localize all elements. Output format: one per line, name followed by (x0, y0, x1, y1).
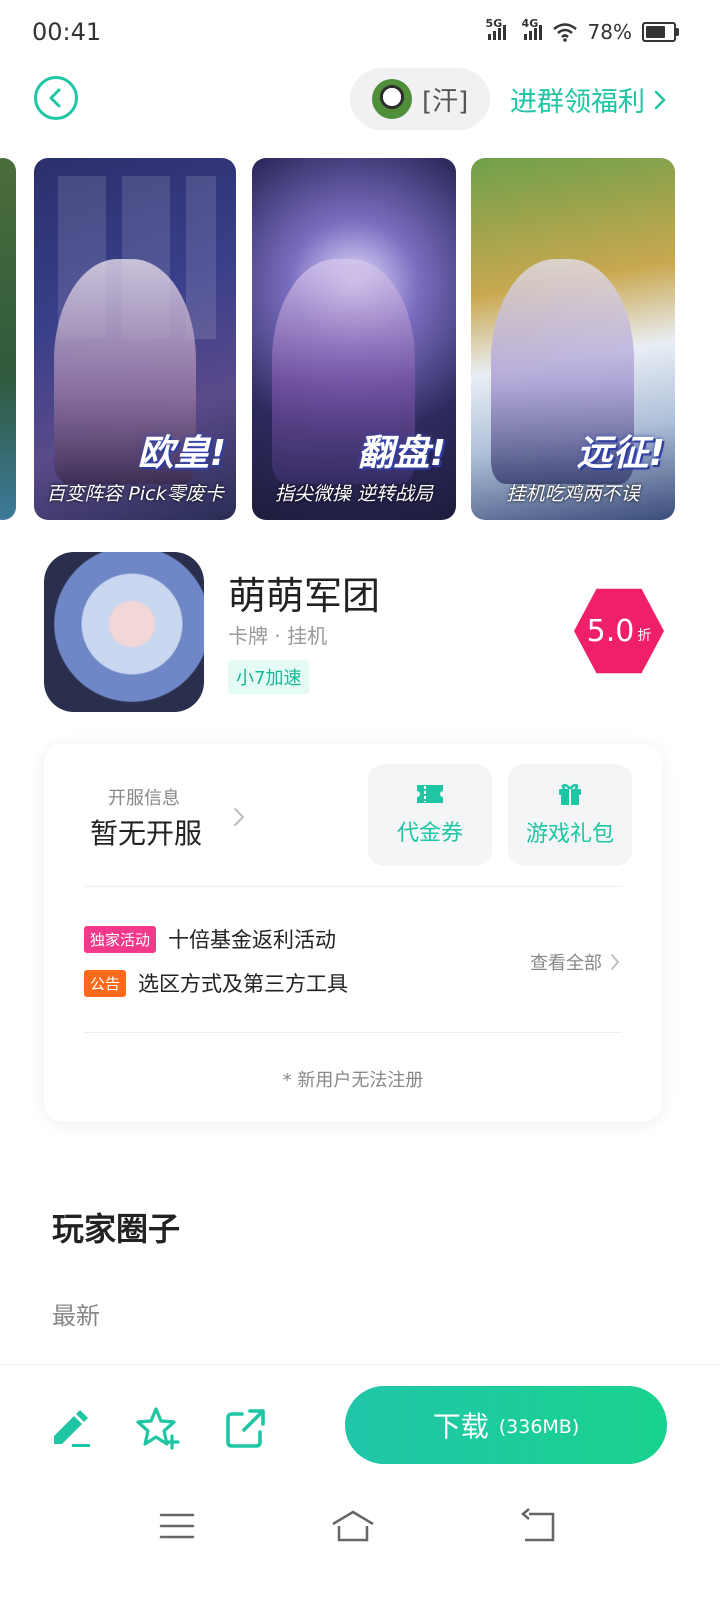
screenshot-partial[interactable] (0, 158, 16, 520)
screenshot-headline: 欧皇! (137, 433, 226, 474)
screenshot-caption: 挂机吃鸡两不误 (506, 483, 640, 505)
registration-note: * 新用户无法注册 (282, 1070, 424, 1091)
ticket-icon (417, 785, 443, 803)
gift-pack-button[interactable]: 游戏礼包 (508, 764, 632, 866)
notice-row-activity[interactable]: 独家活动 十倍基金返利活动 (84, 924, 336, 954)
chevron-right-icon (654, 90, 666, 109)
app-icon (44, 552, 204, 712)
server-info-label: 开服信息 (108, 788, 180, 809)
back-nav-icon[interactable] (515, 1502, 563, 1550)
notice-text: 选区方式及第三方工具 (138, 972, 349, 996)
signal-4g-icon: 4G (522, 17, 542, 40)
screenshot-1[interactable]: 欧皇! 百变阵容 Pick零废卡 (34, 158, 236, 520)
discount-unit: 折 (637, 628, 652, 644)
app-name: 萌萌军团 (228, 574, 381, 618)
card-divider (84, 1032, 622, 1033)
card-divider (84, 886, 622, 887)
community-title: 玩家圈子 (52, 1210, 181, 1248)
notice-row-announcement[interactable]: 公告 选区方式及第三方工具 (84, 968, 348, 998)
favorite-add-icon[interactable] (134, 1404, 182, 1452)
group-chat-pill[interactable]: [汗] (350, 68, 490, 130)
battery-icon (642, 22, 679, 42)
screenshot-2[interactable]: 翻盘! 指尖微操 逆转战局 (252, 158, 456, 520)
exclusive-activity-badge: 独家活动 (84, 925, 157, 953)
discount-value: 5.0 (586, 613, 635, 649)
download-size: (336MB) (498, 1416, 580, 1438)
join-group-label: 进群领福利 (510, 87, 645, 118)
voucher-label: 代金券 (396, 821, 463, 846)
tab-latest[interactable]: 最新 (52, 1296, 100, 1331)
group-emoji-text: [汗] (422, 86, 469, 117)
view-all-label: 查看全部 (530, 953, 602, 974)
menu-icon[interactable] (153, 1502, 201, 1550)
discount-badge: 5.0 折 (574, 588, 664, 674)
signal-5g-icon: 5G (486, 17, 506, 40)
screenshot-3[interactable]: 远征! 挂机吃鸡两不误 (471, 158, 675, 520)
screenshot-headline: 远征! (576, 433, 665, 474)
info-card: 开服信息 暂无开服 代金券 游戏礼包 独家活动 十倍基金返利活动 公告 选区方式… (44, 744, 662, 1122)
battery-percent: 78% (587, 20, 632, 44)
view-all-link[interactable]: 查看全部 (530, 949, 620, 975)
chevron-right-icon (611, 954, 620, 970)
gift-label: 游戏礼包 (525, 822, 614, 847)
screenshot-caption: 百变阵容 Pick零废卡 (46, 483, 224, 505)
screenshot-caption: 指尖微操 逆转战局 (274, 483, 434, 505)
panda-avatar (372, 79, 412, 119)
download-label: 下载 (432, 1410, 489, 1443)
edit-review-icon[interactable] (46, 1404, 94, 1452)
home-icon[interactable] (329, 1502, 377, 1550)
gift-icon (559, 783, 581, 805)
share-icon[interactable] (222, 1404, 270, 1452)
notice-text: 十倍基金返利活动 (168, 928, 337, 952)
back-button[interactable] (34, 76, 78, 120)
chevron-right-icon[interactable] (232, 806, 246, 828)
speed-tag: 小7加速 (228, 660, 310, 694)
voucher-button[interactable]: 代金券 (368, 764, 492, 866)
status-time: 00:41 (32, 18, 102, 46)
chevron-left-icon (49, 88, 61, 108)
app-category: 卡牌 · 挂机 (228, 624, 328, 648)
join-group-link[interactable]: 进群领福利 (510, 80, 667, 119)
wifi-icon (552, 23, 577, 42)
screenshot-headline: 翻盘! (357, 433, 446, 474)
announcement-badge: 公告 (84, 969, 127, 997)
download-button[interactable]: 下载 (336MB) (345, 1386, 667, 1464)
server-info-value[interactable]: 暂无开服 (90, 812, 202, 852)
status-icons: 5G 4G 78% (486, 17, 679, 44)
